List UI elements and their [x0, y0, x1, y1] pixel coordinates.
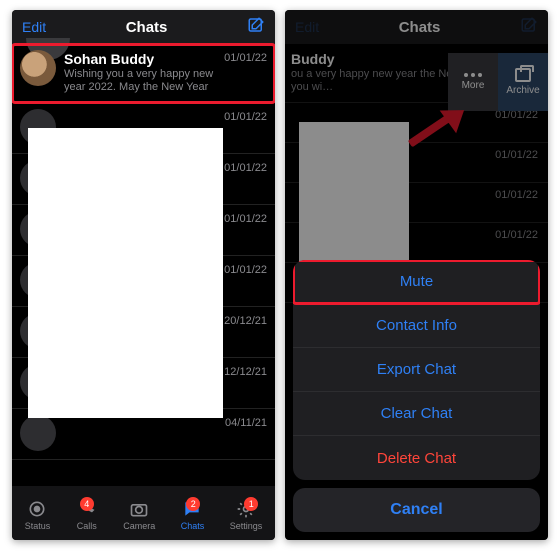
- chat-date: 01/01/22: [224, 50, 267, 64]
- sheet-contact-info[interactable]: Contact Info: [293, 304, 540, 348]
- page-title: Chats: [126, 19, 168, 36]
- sheet-delete-chat[interactable]: Delete Chat: [293, 436, 540, 480]
- avatar: [20, 415, 56, 451]
- chat-date: 20/12/21: [224, 313, 267, 327]
- tab-status[interactable]: Status: [25, 499, 51, 531]
- chat-row-highlighted[interactable]: Sohan Buddy Wishing you a very happy new…: [12, 44, 275, 103]
- sheet-export-chat[interactable]: Export Chat: [293, 348, 540, 392]
- sheet-mute[interactable]: Mute: [293, 260, 540, 304]
- chat-date: 04/11/21: [225, 415, 267, 429]
- tab-settings[interactable]: 1 Settings: [230, 499, 263, 531]
- chat-preview: Wishing you a very happy new year 2022. …: [64, 68, 216, 94]
- action-sheet: Mute Contact Info Export Chat Clear Chat…: [293, 260, 540, 532]
- chat-name: Sohan Buddy: [64, 50, 216, 68]
- tab-bar: Status 4 Calls Camera 2 Chats 1 Settings: [12, 486, 275, 540]
- tab-label: Settings: [230, 521, 263, 531]
- chat-date: 01/01/22: [224, 160, 267, 174]
- compose-icon[interactable]: [247, 16, 265, 39]
- tab-label: Status: [25, 521, 51, 531]
- tab-label: Chats: [181, 521, 205, 531]
- phone-left: Edit Chats Sohan Buddy Wishing you a ver…: [12, 10, 275, 540]
- edit-button[interactable]: Edit: [22, 19, 46, 35]
- tab-chats[interactable]: 2 Chats: [181, 499, 205, 531]
- redaction-block: [28, 128, 223, 418]
- chat-date: 01/01/22: [224, 109, 267, 123]
- chat-date: 12/12/21: [224, 364, 267, 378]
- sheet-clear-chat[interactable]: Clear Chat: [293, 392, 540, 436]
- tab-calls[interactable]: 4 Calls: [76, 499, 98, 531]
- avatar: [20, 50, 56, 86]
- chat-date: 01/01/22: [224, 211, 267, 225]
- tab-camera[interactable]: Camera: [123, 499, 155, 531]
- badge: 4: [80, 497, 94, 511]
- sheet-cancel[interactable]: Cancel: [293, 488, 540, 532]
- tab-label: Camera: [123, 521, 155, 531]
- phone-right: Edit Chats Buddy ou a very happy new yea…: [285, 10, 548, 540]
- chat-date: 01/01/22: [224, 262, 267, 276]
- tab-label: Calls: [77, 521, 97, 531]
